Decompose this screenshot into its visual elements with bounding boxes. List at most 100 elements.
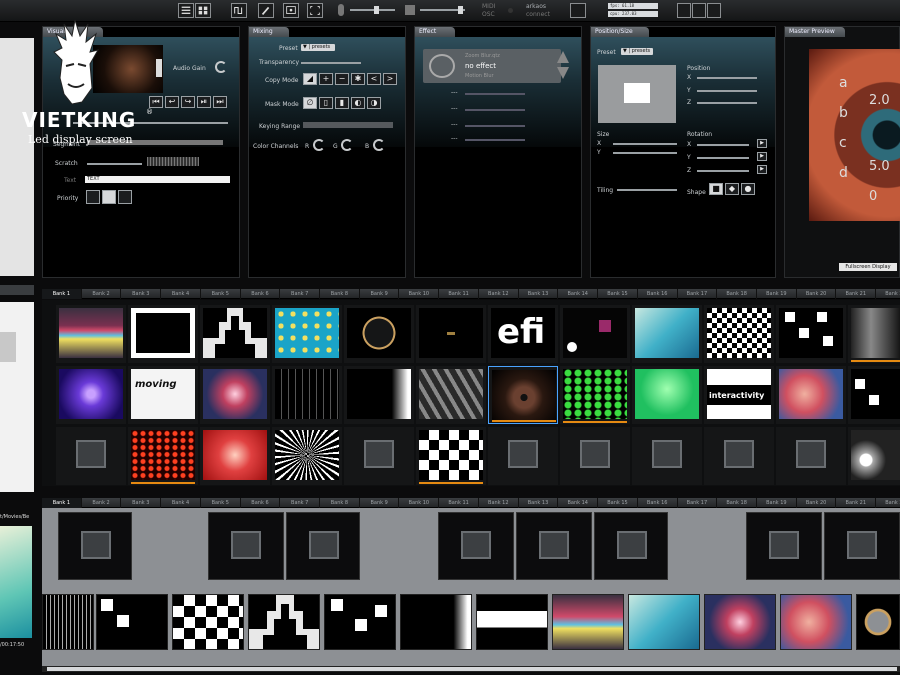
grid-cell[interactable] [416,305,486,363]
grid-cell-selected[interactable] [488,366,558,424]
grid-cell[interactable] [704,427,774,485]
scrollbar-thumb[interactable] [47,667,897,671]
bank-tab-bottom-2[interactable]: Bank 2 [82,498,122,508]
text-input[interactable]: TEXT [85,176,230,183]
timeline-clip[interactable] [438,512,514,580]
timeline-thumb[interactable] [42,594,94,650]
rotation-z-play-icon[interactable]: ▶ [757,165,767,174]
bank-tab-bottom-8[interactable]: Bank 8 [320,498,360,508]
bank-tab-bottom-5[interactable]: Bank 5 [201,498,241,508]
layout-triple-icon[interactable] [707,3,721,18]
shape-cube-button[interactable]: ◆ [725,183,739,195]
lock-icon[interactable] [570,3,586,18]
grid-cell[interactable]: efi [488,305,558,363]
mask-alpha-button[interactable]: ▮ [335,97,349,109]
grid-cell[interactable] [632,427,702,485]
rotation-x-slider[interactable] [697,144,749,146]
grid-cell[interactable] [56,427,126,485]
layout-double-icon[interactable] [692,3,706,18]
mask-luma-button[interactable]: ▯ [319,97,333,109]
mask-none-button[interactable]: ∅ [303,97,317,109]
grid-cell[interactable] [56,366,126,424]
volume-knob[interactable] [458,6,463,14]
audio-input-knob[interactable] [374,6,379,14]
bank-tab-bottom-4[interactable]: Bank 4 [161,498,201,508]
timeline-thumb[interactable] [248,594,320,650]
timeline-clip[interactable] [208,512,284,580]
bank-tab-top-1[interactable]: Bank 1 [42,289,82,299]
timeline-thumb[interactable] [96,594,168,650]
channel-b-knob[interactable] [373,139,385,151]
grid-cell[interactable] [344,305,414,363]
copy-mode-subtract-button[interactable]: − [335,73,349,85]
bank-tab-bottom-13[interactable]: Bank 13 [519,498,559,508]
tiling-slider[interactable] [617,189,677,191]
grid-cell[interactable] [128,427,198,485]
position-z-slider[interactable] [697,102,757,104]
grid-cell[interactable] [632,305,702,363]
bank-tab-bottom-18[interactable]: Bank 18 [717,498,757,508]
mask-color-button[interactable]: ◐ [351,97,365,109]
sequence-icon[interactable] [231,3,247,18]
rotation-x-play-icon[interactable]: ▶ [757,139,767,148]
grid-cell[interactable] [200,366,270,424]
bank-tab-top-12[interactable]: Bank 12 [479,289,519,299]
timeline-thumb[interactable] [856,594,900,650]
grid-cell[interactable] [200,305,270,363]
step-back-icon[interactable]: ↩ [165,96,179,108]
bank-tab-top-10[interactable]: Bank 10 [400,289,440,299]
bank-tab-bottom-16[interactable]: Bank 16 [638,498,678,508]
mask-invert-button[interactable]: ◑ [367,97,381,109]
priority-low-button[interactable] [86,190,100,204]
bank-tab-top-20[interactable]: Bank 20 [797,289,837,299]
bank-tab-bottom-22[interactable]: Bank 22 [876,498,900,508]
bank-tab-top-7[interactable]: Bank 7 [280,289,321,299]
shape-sphere-button[interactable]: ● [741,183,755,195]
grid-cell[interactable] [56,305,126,363]
bank-tab-bottom-6[interactable]: Bank 6 [241,498,281,508]
grid-cell[interactable] [776,427,846,485]
list-view-icon[interactable] [178,3,194,18]
grid-cell[interactable] [272,366,342,424]
grid-cell[interactable] [200,427,270,485]
grid-cell[interactable] [848,305,900,363]
copy-mode-add-button[interactable]: + [319,73,333,85]
bank-tab-top-18[interactable]: Bank 18 [717,289,757,299]
audio-gain-knob[interactable] [215,61,227,73]
position-x-slider[interactable] [697,77,757,79]
audio-input-slider[interactable] [350,9,395,11]
layout-single-icon[interactable] [677,3,691,18]
position-preset-dropdown[interactable]: ▼ | presets [621,48,653,55]
grid-cell[interactable] [272,305,342,363]
grid-cell[interactable] [632,366,702,424]
channel-r-knob[interactable] [313,139,325,151]
rotation-y-slider[interactable] [697,157,749,159]
play-pause-icon[interactable]: ⏯ [197,96,211,108]
keying-range-bar[interactable] [303,122,393,128]
bank-tab-top-19[interactable]: Bank 19 [757,289,797,299]
timeline-thumb[interactable] [324,594,396,650]
screen-icon[interactable] [283,3,299,18]
transparency-slider[interactable] [301,62,361,64]
bank-tab-bottom-14[interactable]: Bank 14 [558,498,599,508]
timeline-clip[interactable] [516,512,592,580]
grid-cell[interactable] [848,427,900,485]
grid-cell[interactable] [272,427,342,485]
bank-tab-top-21[interactable]: Bank 21 [836,289,877,299]
brush-icon[interactable] [258,3,274,18]
timeline-thumb[interactable] [704,594,776,650]
grid-cell[interactable] [344,366,414,424]
bank-tab-bottom-11[interactable]: Bank 11 [439,498,479,508]
loop-icon[interactable]: ↪ [181,96,195,108]
effect-param-2-slider[interactable] [465,109,525,111]
grid-cell[interactable] [344,427,414,485]
position-preview-box[interactable] [598,65,676,123]
grid-cell[interactable]: interactivity [704,366,774,424]
timeline-thumb[interactable] [628,594,700,650]
bank-tab-top-8[interactable]: Bank 8 [320,289,360,299]
grid-view-icon[interactable] [195,3,211,18]
horizontal-scrollbar[interactable] [42,666,900,672]
copy-mode-min-button[interactable]: < [367,73,381,85]
copy-mode-multiply-button[interactable]: ✱ [351,73,365,85]
timeline-clip[interactable] [594,512,668,580]
